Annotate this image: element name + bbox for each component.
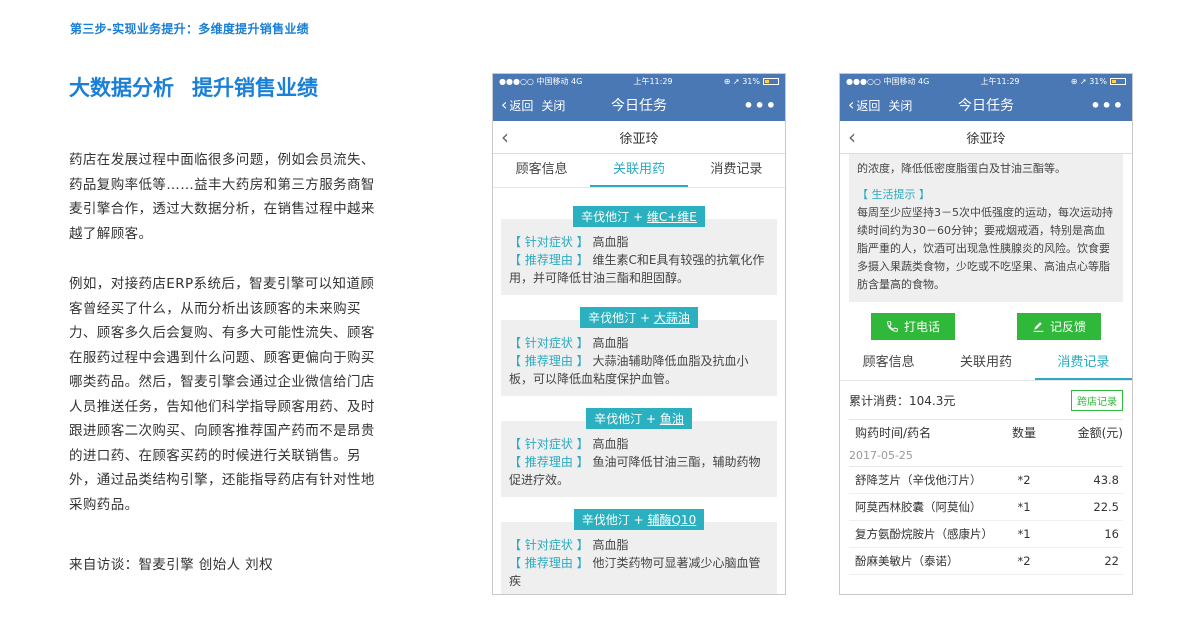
nav-title: 今日任务 [958, 98, 1014, 114]
source-credit: 来自访谈：智麦引擎 创始人 刘权 [69, 557, 273, 573]
tab-related-drugs[interactable]: 关联用药 [590, 154, 688, 187]
drug-link[interactable]: 大蒜油 [654, 311, 690, 325]
action-buttons: 打电话 记反馈 [840, 313, 1132, 340]
drug-link[interactable]: 辅酶Q10 [647, 513, 696, 527]
back-button[interactable]: ‹ 返回 [501, 97, 533, 114]
tab-customer-info[interactable]: 顾客信息 [840, 347, 937, 380]
drug-card: 辛伐他汀 + 维C+维E 【 针对症状 】 高血脂 【 推荐理由 】 维生素C和… [501, 206, 777, 295]
carrier-text: ●●●○○ 中国移动 4G [499, 77, 583, 86]
feedback-button[interactable]: 记反馈 [1017, 313, 1101, 340]
chevron-left-icon[interactable]: ‹ [848, 125, 856, 149]
battery-icon [1110, 78, 1126, 85]
health-advice-panel: 的浓度，降低低密度脂蛋白及甘油三酯等。 【 生活提示 】 每周至少应坚持3－5次… [849, 154, 1123, 302]
purchase-table: 购药时间/药名 数量 金额(元) 2017-05-25 舒降芝片（辛伐他汀片） *… [840, 419, 1132, 575]
battery-indicator: ⊕ ➚ 31% [1071, 77, 1126, 86]
step-title: 第三步-实现业务提升：多维度提升销售业绩 [70, 22, 309, 36]
battery-indicator: ⊕ ➚ 31% [724, 77, 779, 86]
tab-purchase-history[interactable]: 消费记录 [688, 154, 785, 187]
life-tip-label: 【 生活提示 】 [857, 188, 930, 201]
tab-customer-info[interactable]: 顾客信息 [493, 154, 590, 187]
close-button[interactable]: 关闭 [541, 97, 565, 114]
nav-bar: ‹ 返回 关闭 今日任务 ••• [493, 89, 785, 121]
drug-card-body: 【 针对症状 】 高血脂 【 推荐理由 】 鱼油可降低甘油三酯，辅助药物促进疗效… [501, 421, 777, 497]
drug-card-body: 【 针对症状 】 高血脂 【 推荐理由 】 大蒜油辅助降低血脂及抗血小板，可以降… [501, 320, 777, 396]
drug-card: 辛伐他汀 + 辅酶Q10 【 针对症状 】 高血脂 【 推荐理由 】 他汀类药物… [501, 509, 777, 594]
drug-card: 辛伐他汀 + 大蒜油 【 针对症状 】 高血脂 【 推荐理由 】 大蒜油辅助降低… [501, 307, 777, 396]
intro-paragraph: 药店在发展过程中面临很多问题，例如会员流失、药品复购率低等……益丰大药房和第三方… [69, 152, 375, 242]
clock-text: 上午11:29 [980, 77, 1020, 86]
nav-bar: ‹ 返回 关闭 今日任务 ••• [840, 89, 1132, 121]
chevron-left-icon: ‹ [501, 95, 508, 114]
more-icon[interactable]: ••• [1090, 96, 1124, 115]
carrier-text: ●●●○○ 中国移动 4G [846, 77, 930, 86]
drug-card-title: 辛伐他汀 + 大蒜油 [580, 307, 698, 328]
customer-name: 徐亚玲 [966, 131, 1006, 147]
purchase-summary: 累计消费：104.3元 跨店记录 [840, 381, 1132, 419]
advice-text: 的浓度，降低低密度脂蛋白及甘油三酯等。 [857, 162, 1066, 175]
table-header: 购药时间/药名 数量 金额(元) [849, 419, 1123, 445]
drug-list: 辛伐他汀 + 维C+维E 【 针对症状 】 高血脂 【 推荐理由 】 维生素C和… [493, 206, 785, 594]
chevron-left-icon: ‹ [848, 95, 855, 114]
life-tip-text: 每周至少应坚持3－5次中低强度的运动，每次运动持续时间约为30－60分钟；要戒烟… [857, 206, 1113, 291]
chevron-left-icon[interactable]: ‹ [501, 125, 509, 149]
table-row: 复方氨酚烷胺片（感康片） *1 16 [849, 521, 1123, 548]
drug-card-title: 辛伐他汀 + 维C+维E [573, 206, 705, 227]
drug-card-body: 【 针对症状 】 高血脂 【 推荐理由 】 他汀类药物可显著减少心脑血管疾 [501, 522, 777, 594]
call-button[interactable]: 打电话 [871, 313, 955, 340]
main-title: 大数据分析 提升销售业绩 [69, 72, 318, 102]
edit-icon [1033, 322, 1044, 332]
drug-card-title: 辛伐他汀 + 辅酶Q10 [573, 509, 705, 530]
close-button[interactable]: 关闭 [888, 97, 912, 114]
customer-name: 徐亚玲 [619, 131, 659, 147]
nav-title: 今日任务 [611, 98, 667, 114]
drug-link[interactable]: 维C+维E [647, 210, 697, 224]
status-bar: ●●●○○ 中国移动 4G 上午11:29 ⊕ ➚ 31% [493, 74, 785, 89]
tab-purchase-history[interactable]: 消费记录 [1034, 347, 1132, 380]
tab-bar: 顾客信息 关联用药 消费记录 [840, 347, 1132, 381]
drug-card-body: 【 针对症状 】 高血脂 【 推荐理由 】 维生素C和E具有较强的抗氧化作用，并… [501, 219, 777, 295]
example-paragraph: 例如，对接药店ERP系统后，智麦引擎可以知道顾客曾经买了什么，从而分析出该顾客的… [69, 276, 375, 513]
store-record-button[interactable]: 跨店记录 [1071, 389, 1123, 411]
phone-icon [887, 321, 898, 332]
table-row: 酚麻美敏片（泰诺） *2 22 [849, 548, 1123, 575]
more-icon[interactable]: ••• [743, 96, 777, 115]
phone-screen-purchase-history: ●●●○○ 中国移动 4G 上午11:29 ⊕ ➚ 31% ‹ 返回 关闭 今日任… [839, 73, 1133, 595]
purchase-date: 2017-05-25 [849, 445, 1123, 467]
customer-header: ‹ 徐亚玲 [493, 121, 785, 154]
status-bar: ●●●○○ 中国移动 4G 上午11:29 ⊕ ➚ 31% [840, 74, 1132, 89]
drug-card: 辛伐他汀 + 鱼油 【 针对症状 】 高血脂 【 推荐理由 】 鱼油可降低甘油三… [501, 408, 777, 497]
clock-text: 上午11:29 [633, 77, 673, 86]
table-row: 阿莫西林胶囊（阿莫仙） *1 22.5 [849, 494, 1123, 521]
customer-header: ‹ 徐亚玲 [840, 121, 1132, 154]
drug-card-title: 辛伐他汀 + 鱼油 [586, 408, 692, 429]
table-row: 舒降芝片（辛伐他汀片） *2 43.8 [849, 467, 1123, 494]
total-spent: 累计消费：104.3元 [849, 393, 956, 408]
main-title-part1: 大数据分析 [69, 76, 174, 100]
tab-bar: 顾客信息 关联用药 消费记录 [493, 154, 785, 188]
phone-screen-related-drugs: ●●●○○ 中国移动 4G 上午11:29 ⊕ ➚ 31% ‹ 返回 关闭 今日任… [492, 73, 786, 595]
drug-link[interactable]: 鱼油 [660, 412, 684, 426]
tab-related-drugs[interactable]: 关联用药 [937, 347, 1034, 380]
battery-icon [763, 78, 779, 85]
main-title-part2: 提升销售业绩 [192, 76, 318, 100]
back-button[interactable]: ‹ 返回 [848, 97, 880, 114]
